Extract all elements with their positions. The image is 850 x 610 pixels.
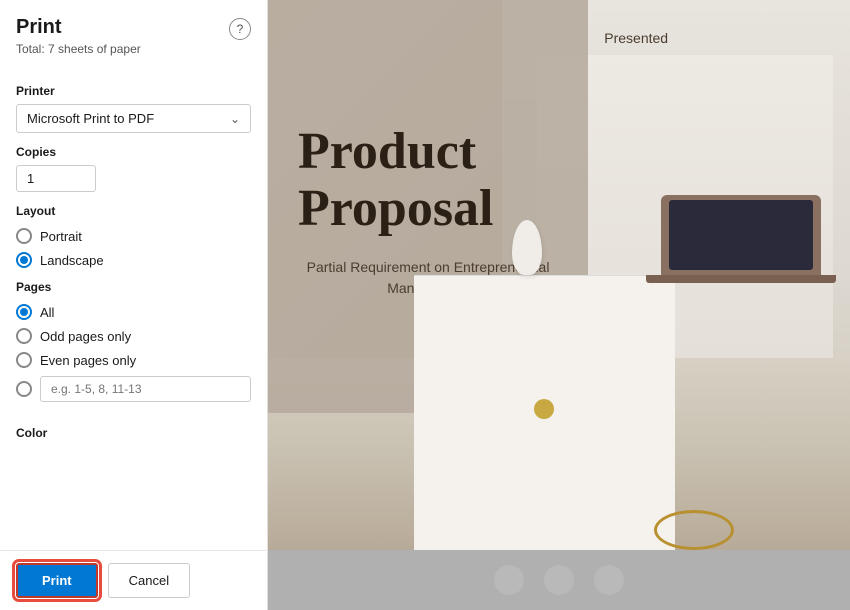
all-pages-label: All: [40, 305, 54, 320]
drawer-handle: [534, 399, 554, 419]
chair-decoration: [654, 510, 734, 550]
pages-custom-row: [16, 376, 251, 402]
layout-radio-group: Portrait Landscape: [16, 228, 251, 268]
pages-label: Pages: [16, 280, 251, 294]
print-panel: Print ? Total: 7 sheets of paper Printer…: [0, 0, 268, 610]
copies-input[interactable]: [16, 165, 96, 192]
drawer: [414, 275, 676, 550]
printer-label: Printer: [16, 84, 251, 98]
pages-radio-group: All Odd pages only Even pages only: [16, 304, 251, 402]
slide-title: Product Proposal: [298, 123, 558, 237]
odd-pages-radio[interactable]: [16, 328, 32, 344]
landscape-label: Landscape: [40, 253, 104, 268]
pages-odd-option[interactable]: Odd pages only: [16, 328, 251, 344]
print-subtitle: Total: 7 sheets of paper: [16, 42, 251, 56]
copies-label: Copies: [16, 145, 251, 159]
cancel-button[interactable]: Cancel: [108, 563, 190, 598]
layout-label: Layout: [16, 204, 251, 218]
bottom-icon-3: [594, 565, 624, 595]
preview-bottom-strip: [268, 550, 850, 610]
bottom-icon-2: [544, 565, 574, 595]
portrait-label: Portrait: [40, 229, 82, 244]
custom-pages-input[interactable]: [40, 376, 251, 402]
custom-pages-radio[interactable]: [16, 381, 32, 397]
preview-area: Presented Product Proposal Partial Requi…: [268, 0, 850, 610]
printer-dropdown[interactable]: Microsoft Print to PDF ⌄: [16, 104, 251, 133]
print-button[interactable]: Print: [16, 563, 98, 598]
pages-even-option[interactable]: Even pages only: [16, 352, 251, 368]
laptop-decoration: [661, 195, 821, 275]
odd-pages-label: Odd pages only: [40, 329, 131, 344]
pages-all-option[interactable]: All: [16, 304, 251, 320]
printer-selected-value: Microsoft Print to PDF: [27, 111, 154, 126]
chevron-down-icon: ⌄: [230, 112, 240, 126]
even-pages-label: Even pages only: [40, 353, 136, 368]
color-label: Color: [16, 426, 251, 440]
print-footer: Print Cancel: [0, 550, 267, 610]
portrait-radio[interactable]: [16, 228, 32, 244]
color-section: Color: [16, 414, 251, 446]
even-pages-radio[interactable]: [16, 352, 32, 368]
all-pages-radio[interactable]: [16, 304, 32, 320]
slide-presented-text: Presented: [604, 30, 668, 46]
bottom-icon-1: [494, 565, 524, 595]
laptop-screen: [669, 200, 813, 270]
landscape-radio[interactable]: [16, 252, 32, 268]
layout-landscape-option[interactable]: Landscape: [16, 252, 251, 268]
print-header: Print ?: [16, 16, 251, 40]
layout-portrait-option[interactable]: Portrait: [16, 228, 251, 244]
slide-preview: Presented Product Proposal Partial Requi…: [268, 0, 850, 550]
print-title: Print: [16, 16, 62, 39]
help-button[interactable]: ?: [229, 18, 251, 40]
